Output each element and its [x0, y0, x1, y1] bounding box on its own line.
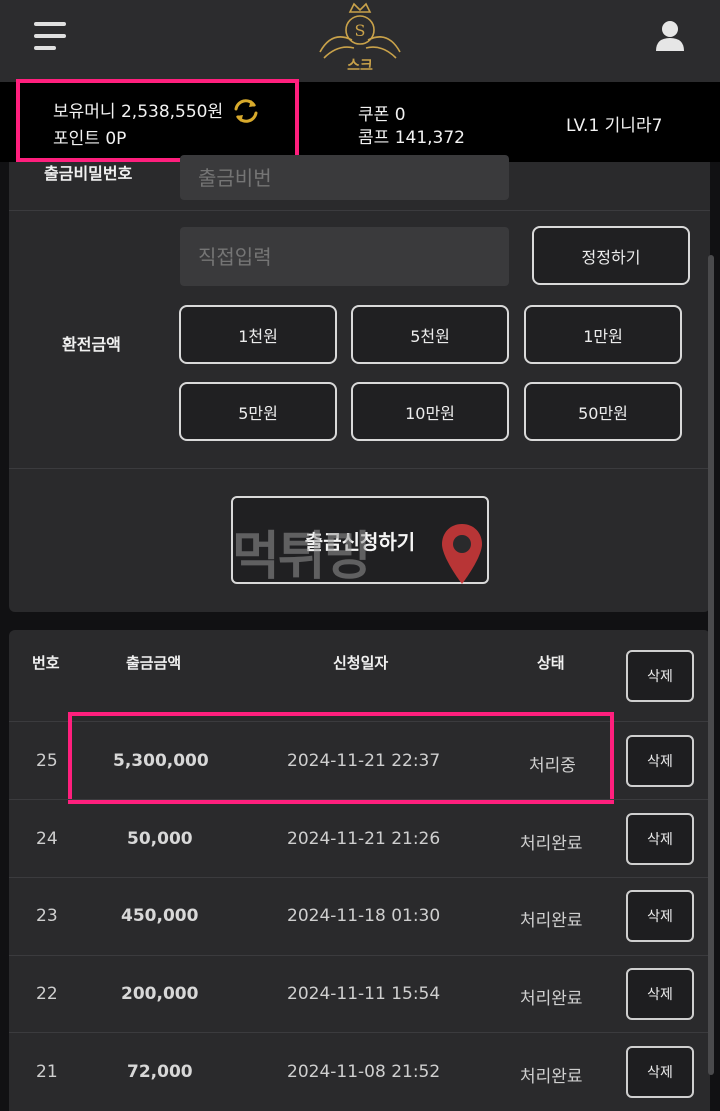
svg-text:스크: 스크	[347, 58, 373, 74]
table-row-amount: 200,000	[121, 984, 199, 1004]
row-divider	[9, 955, 710, 956]
coupon-label: 쿠폰 0	[358, 105, 406, 125]
amount-direct-input[interactable]	[180, 227, 509, 286]
top-bar: S 스크	[0, 0, 720, 82]
header-date: 신청일자	[333, 654, 389, 672]
table-row-status: 처리완료	[520, 834, 583, 854]
amount-label: 환전금액	[62, 335, 121, 354]
withdraw-submit-button[interactable]: 출금신청하기	[231, 496, 489, 584]
header-amount: 출금금액	[126, 654, 182, 672]
user-profile-icon[interactable]	[655, 20, 685, 52]
delete-all-button[interactable]: 삭제	[626, 650, 694, 702]
table-row-no: 24	[36, 829, 58, 849]
header-no: 번호	[32, 654, 60, 672]
divider	[9, 210, 710, 211]
scrollbar[interactable]	[708, 255, 714, 1075]
site-logo[interactable]: S 스크	[312, 0, 408, 80]
hamburger-menu-icon[interactable]	[34, 22, 66, 50]
amount-button-50k[interactable]: 5만원	[179, 382, 337, 441]
amount-button-10k[interactable]: 1만원	[524, 305, 682, 364]
table-row-no: 21	[36, 1062, 58, 1082]
table-row-no: 23	[36, 906, 58, 926]
table-row-status: 처리완료	[520, 989, 583, 1009]
delete-row-button[interactable]: 삭제	[626, 1046, 694, 1098]
table-row-no: 25	[36, 751, 58, 771]
amount-button-500k[interactable]: 50만원	[524, 382, 682, 441]
table-row-date: 2024-11-21 21:26	[287, 829, 441, 849]
table-row-amount: 72,000	[127, 1062, 193, 1082]
comp-label: 콤프 141,372	[358, 128, 465, 148]
table-row-amount: 450,000	[121, 906, 199, 926]
withdraw-password-input[interactable]	[180, 155, 509, 200]
user-level: LV.1 기니라7	[566, 116, 663, 136]
table-row-date: 2024-11-08 21:52	[287, 1062, 441, 1082]
delete-row-button[interactable]: 삭제	[626, 968, 694, 1020]
table-row-status: 처리완료	[520, 911, 583, 931]
table-row-date: 2024-11-11 15:54	[287, 984, 441, 1004]
delete-row-button[interactable]: 삭제	[626, 813, 694, 865]
row-divider	[9, 799, 710, 800]
correct-button[interactable]: 정정하기	[532, 226, 690, 285]
table-row-no: 22	[36, 984, 58, 1004]
row-highlight-box	[68, 712, 614, 804]
divider	[9, 468, 710, 469]
row-divider	[9, 1032, 710, 1033]
delete-row-button[interactable]: 삭제	[626, 890, 694, 942]
table-row-status: 처리완료	[520, 1067, 583, 1087]
header-status: 상태	[537, 654, 565, 672]
coupon-value: 0	[394, 105, 406, 125]
comp-value: 141,372	[394, 128, 465, 148]
withdraw-history-table	[9, 630, 710, 1111]
svg-text:S: S	[355, 21, 366, 40]
amount-button-100k[interactable]: 10만원	[351, 382, 509, 441]
amount-button-1k[interactable]: 1천원	[179, 305, 337, 364]
amount-button-5k[interactable]: 5천원	[351, 305, 509, 364]
delete-row-button[interactable]: 삭제	[626, 735, 694, 787]
money-highlight-box	[16, 79, 299, 162]
table-row-amount: 50,000	[127, 829, 193, 849]
row-divider	[9, 877, 710, 878]
password-label: 출금비밀번호	[44, 164, 133, 183]
table-row-date: 2024-11-18 01:30	[287, 906, 441, 926]
